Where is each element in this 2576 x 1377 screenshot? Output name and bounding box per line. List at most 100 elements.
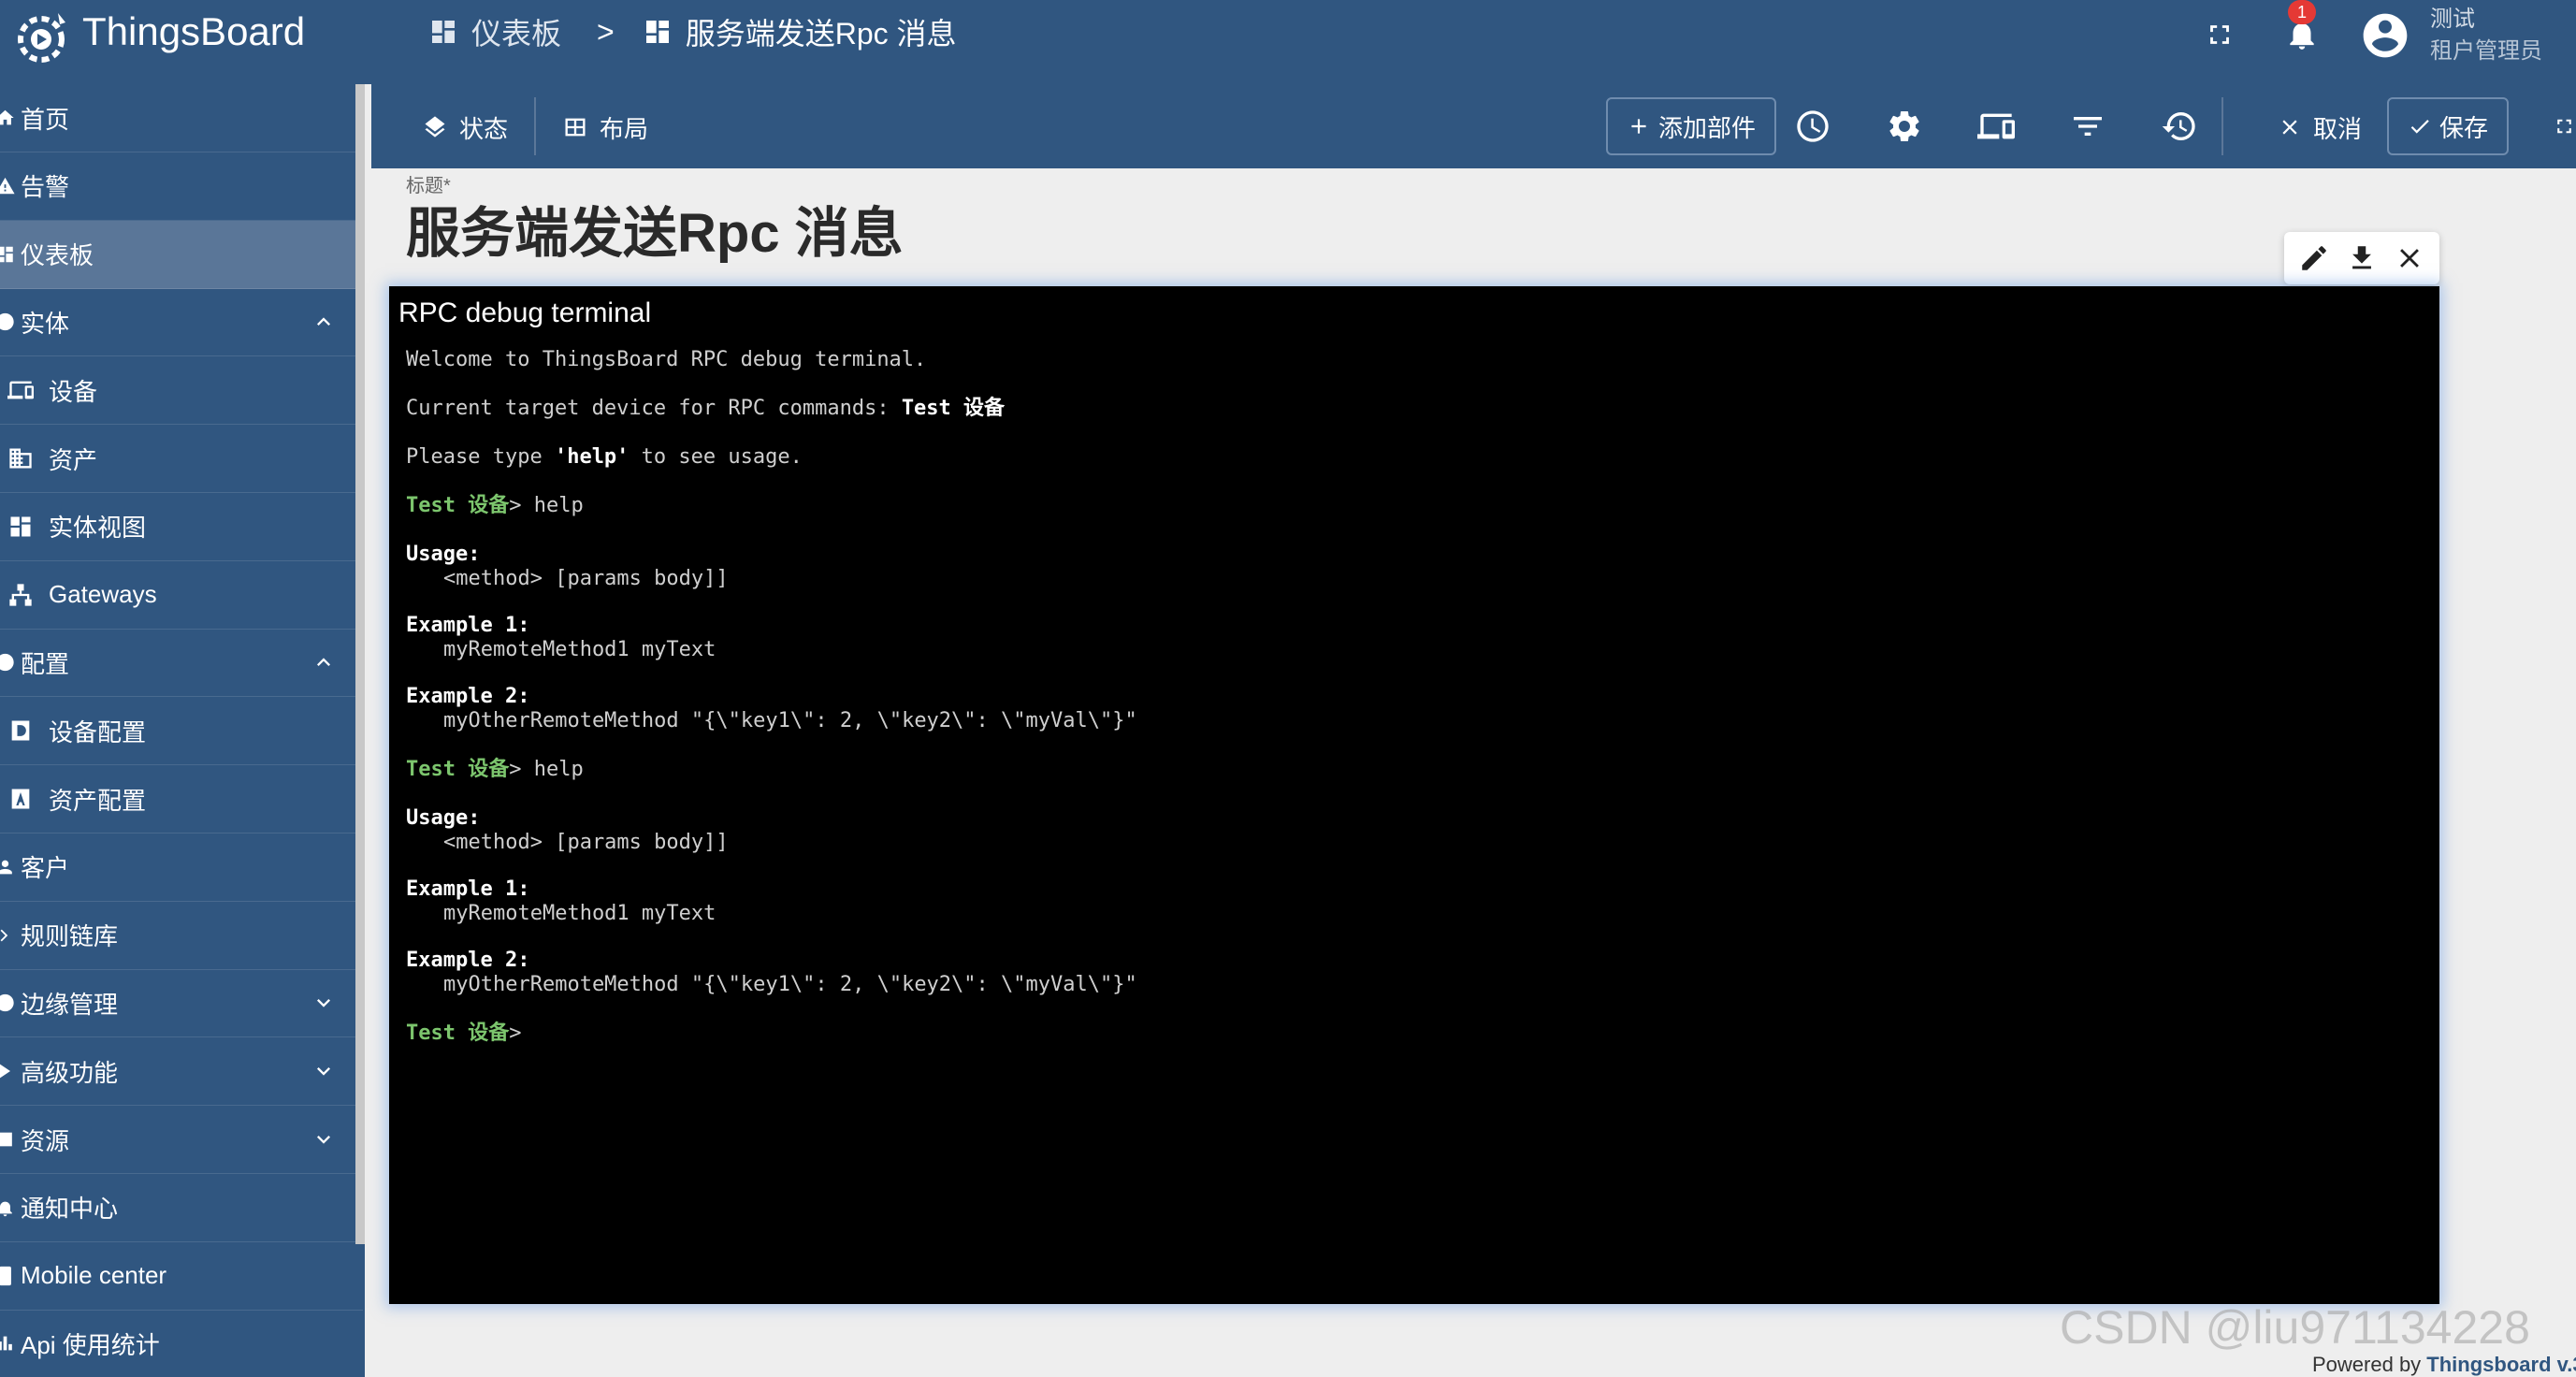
add-widget-button[interactable]: 添加部件 bbox=[1606, 97, 1777, 155]
sidebar: 首页告警仪表板 实体 设备 资产实体视图 Gateways 配置设备配置资产配置客户 规则链… bbox=[0, 84, 365, 1377]
chevron-down-icon[interactable] bbox=[311, 990, 337, 1016]
sidebar-item[interactable]: 首页 bbox=[0, 84, 363, 152]
target-device: Test 设备 bbox=[901, 397, 1006, 420]
sidebar-item[interactable]: Mobile center bbox=[0, 1242, 363, 1311]
sidebar-item-label: 告警 bbox=[21, 173, 70, 202]
powered-link[interactable]: Thingsboard v.3. bbox=[2426, 1353, 2576, 1376]
layout-icon bbox=[565, 118, 586, 137]
state-button[interactable]: 状态 bbox=[422, 109, 508, 146]
sidebar-item[interactable]: 通知中心 bbox=[0, 1174, 363, 1242]
sidebar-item[interactable]: 规则链库 bbox=[0, 902, 363, 970]
sidebar-item[interactable]: 告警 bbox=[0, 152, 363, 221]
example2-label: Example 2: bbox=[406, 685, 530, 708]
sidebar-item-label: Api 使用统计 bbox=[21, 1330, 160, 1359]
cancel-button[interactable]: 取消 bbox=[2278, 109, 2362, 146]
breadcrumb-root[interactable]: 仪表板 bbox=[471, 10, 561, 53]
sidebar-scrollbar[interactable] bbox=[355, 84, 365, 1244]
chevron-down-icon[interactable] bbox=[311, 1058, 337, 1084]
sidebar-item[interactable]: 资产配置 bbox=[0, 765, 363, 833]
dashboard-title-input[interactable]: 服务端发送Rpc 消息 bbox=[406, 198, 904, 269]
breadcrumb-current: 服务端发送Rpc 消息 bbox=[685, 17, 957, 51]
prompt-arrow: > bbox=[509, 494, 522, 517]
dashboard-icon bbox=[0, 246, 13, 262]
fullscreen-button[interactable] bbox=[2194, 9, 2245, 60]
help-suffix: to see usage. bbox=[629, 445, 803, 469]
sidebar-item-label: 通知中心 bbox=[21, 1195, 119, 1224]
gear-icon bbox=[1889, 110, 1919, 141]
layout-button[interactable]: 布局 bbox=[562, 109, 648, 146]
chevron-down-icon[interactable] bbox=[311, 1126, 337, 1152]
prompt: Test 设备 bbox=[406, 758, 510, 781]
usage-label: Usage: bbox=[406, 806, 481, 830]
sidebar-item-label: Mobile center bbox=[21, 1261, 167, 1290]
command: help bbox=[521, 494, 584, 517]
sidebar-item-label: 边缘管理 bbox=[21, 990, 119, 1019]
watermark: CSDN @liu971134228 bbox=[2060, 1301, 2530, 1354]
prompt-arrow: > bbox=[509, 1022, 522, 1045]
user-avatar[interactable] bbox=[2359, 9, 2411, 62]
terminal-input-line[interactable]: Test 设备> bbox=[406, 1022, 2421, 1046]
sidebar-item-label: 高级功能 bbox=[21, 1058, 119, 1087]
terminal-output[interactable]: Welcome to ThingsBoard RPC debug termina… bbox=[406, 348, 2421, 1046]
sidebar-item[interactable]: 资产 bbox=[0, 425, 363, 493]
sidebar-item[interactable]: 配置 bbox=[0, 629, 363, 698]
sidebar-item-label: 配置 bbox=[21, 649, 70, 678]
sidebar-item[interactable]: 实体视图 bbox=[0, 493, 363, 561]
prompt: Test 设备 bbox=[406, 494, 510, 517]
example2-text: myOtherRemoteMethod "{\"key1\": 2, \"key… bbox=[443, 709, 1137, 732]
save-button[interactable]: 保存 bbox=[2387, 97, 2510, 155]
settings-button[interactable] bbox=[1879, 101, 1930, 152]
sidebar-item-label: 资产配置 bbox=[49, 786, 147, 815]
sidebar-item[interactable]: 边缘管理 bbox=[0, 969, 363, 1038]
layouts-button[interactable] bbox=[1971, 101, 2021, 152]
usage-label: Usage: bbox=[406, 543, 481, 566]
dashboard-icon bbox=[432, 21, 455, 43]
timewindow-button[interactable] bbox=[1787, 101, 1838, 152]
dashboard-fullscreen-button[interactable] bbox=[2553, 101, 2576, 152]
example1-text: myRemoteMethod1 myText bbox=[443, 638, 716, 661]
user-name[interactable]: 测试 bbox=[2430, 0, 2475, 33]
filters-button[interactable] bbox=[2062, 101, 2113, 152]
sidebar-item[interactable]: 资源 bbox=[0, 1106, 363, 1174]
sidebar-item-label: 资源 bbox=[21, 1126, 70, 1155]
sidebar-item[interactable]: Gateways bbox=[0, 561, 363, 630]
dashboard-icon bbox=[645, 21, 669, 43]
sidebar-item[interactable]: 仪表板 bbox=[0, 220, 363, 289]
thingsboard-logo-icon[interactable] bbox=[13, 7, 79, 73]
sidebar-item[interactable]: 实体 bbox=[0, 288, 363, 357]
edit-icon[interactable] bbox=[2298, 242, 2330, 274]
app-name[interactable]: ThingsBoard bbox=[82, 7, 305, 56]
example2-text: myOtherRemoteMethod "{\"key1\": 2, \"key… bbox=[443, 973, 1137, 996]
download-icon[interactable] bbox=[2346, 242, 2378, 274]
sidebar-item[interactable]: 设备配置 bbox=[0, 697, 363, 766]
sidebar-item[interactable]: 设备 bbox=[0, 356, 363, 426]
widget-actions bbox=[2284, 232, 2439, 284]
layers-icon bbox=[425, 116, 445, 138]
prompt-arrow: > bbox=[509, 758, 522, 781]
add-widget-label: 添加部件 bbox=[1658, 113, 1757, 142]
example2-label: Example 2: bbox=[406, 949, 530, 972]
chevron-up-icon[interactable] bbox=[311, 649, 337, 675]
filter-icon bbox=[2074, 117, 2102, 136]
sidebar-item-label: 首页 bbox=[21, 105, 70, 134]
sidebar-item-label: 实体视图 bbox=[49, 514, 147, 543]
layout-label: 布局 bbox=[600, 114, 649, 143]
rule-chain-icon bbox=[0, 929, 8, 942]
close-icon[interactable] bbox=[2394, 242, 2425, 274]
powered-by: Powered by Thingsboard v.3. bbox=[2312, 1353, 2576, 1377]
breadcrumb-separator: > bbox=[597, 14, 615, 49]
fullscreen-icon bbox=[2210, 25, 2229, 44]
devices-icon bbox=[7, 381, 34, 399]
title-field-label: 标题* bbox=[406, 176, 451, 196]
version-history-button[interactable] bbox=[2154, 101, 2205, 152]
chevron-up-icon[interactable] bbox=[311, 309, 337, 335]
sidebar-item[interactable]: 客户 bbox=[0, 833, 363, 902]
state-label: 状态 bbox=[459, 114, 509, 143]
command: help bbox=[521, 758, 584, 781]
asset-icon bbox=[9, 448, 32, 469]
sidebar-item[interactable]: Api 使用统计 bbox=[0, 1310, 363, 1377]
sidebar-item-label: 设备配置 bbox=[49, 717, 147, 746]
terminal-prompt-line: Test 设备> help bbox=[406, 758, 2421, 782]
sidebar-item[interactable]: 高级功能 bbox=[0, 1037, 363, 1107]
rpc-terminal-widget[interactable]: RPC debug terminal Welcome to ThingsBoar… bbox=[389, 286, 2439, 1304]
